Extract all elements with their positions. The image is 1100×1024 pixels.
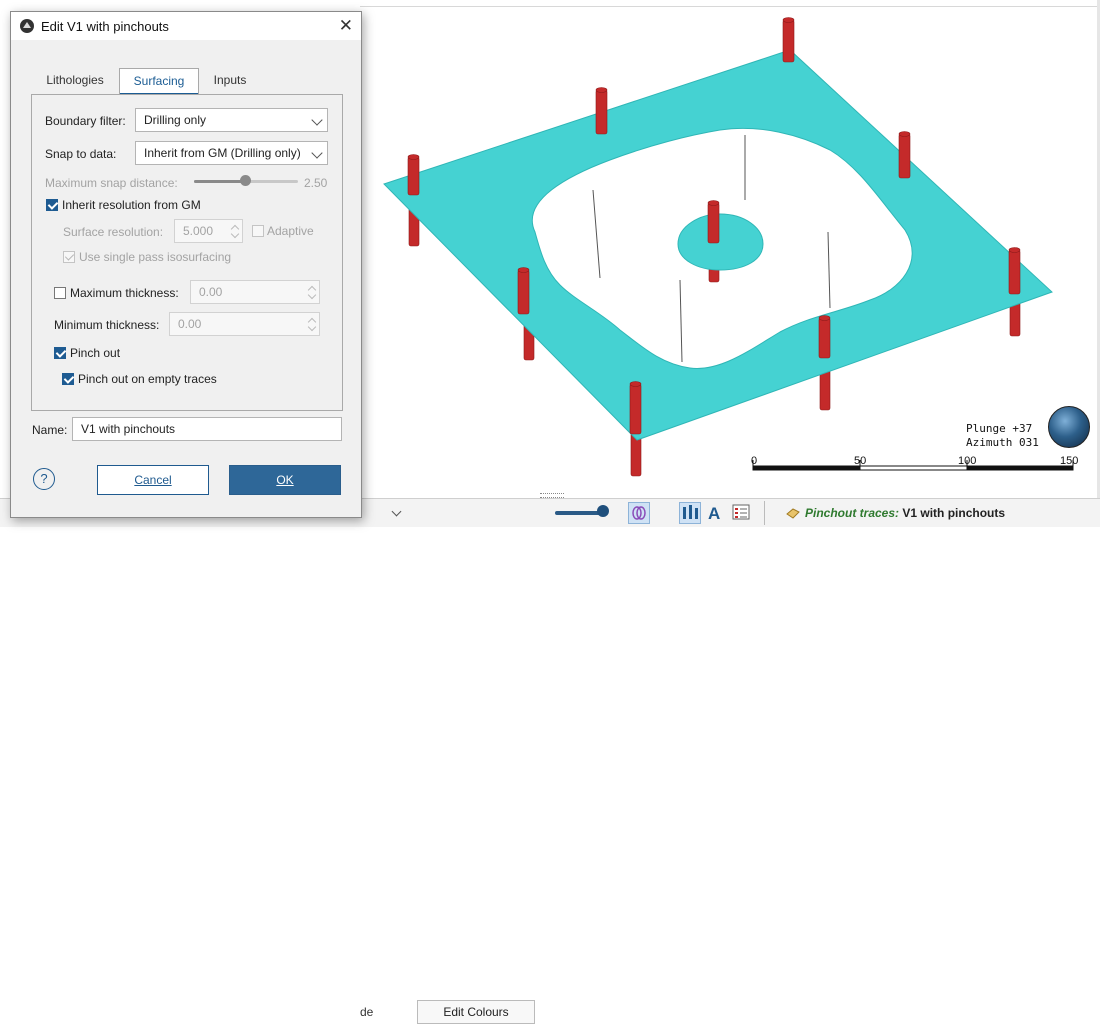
clip-toggle-button[interactable] — [628, 502, 650, 524]
scale-label: 0 — [751, 455, 758, 467]
drillhole — [517, 269, 530, 315]
dialog-title: Edit V1 with pinchouts — [41, 19, 169, 34]
drillhole — [782, 19, 795, 63]
single-pass-label: Use single pass isosurfacing — [79, 250, 232, 264]
drillhole-toggle-button[interactable] — [679, 502, 701, 524]
max-snap-distance-handle[interactable] — [240, 175, 251, 186]
scale-label: 50 — [854, 455, 867, 467]
help-button[interactable]: ? — [33, 468, 55, 490]
legend-toggle-button[interactable] — [731, 502, 753, 524]
azimuth-text: Azimuth 031 — [966, 436, 1039, 449]
scale-bar — [752, 460, 1074, 471]
dialog-titlebar[interactable]: Edit V1 with pinchouts ✕ — [11, 12, 361, 40]
close-icon[interactable]: ✕ — [339, 16, 353, 36]
app-icon — [20, 19, 34, 33]
pinch-out-checkbox[interactable] — [54, 347, 66, 359]
orientation-readout: Plunge +37 Azimuth 031 — [966, 422, 1039, 450]
minimum-thickness-input[interactable]: 0.00 — [169, 312, 320, 336]
edit-dialog: Edit V1 with pinchouts ✕ Lithologies Sur… — [10, 11, 362, 518]
ok-label: OK — [276, 473, 294, 487]
drillholes-icon — [683, 505, 698, 519]
chevron-down-icon — [311, 147, 323, 159]
adaptive-checkbox[interactable] — [252, 225, 264, 237]
clip-icon — [632, 506, 646, 520]
text-label-icon: A — [708, 504, 720, 523]
surface-resolution-input[interactable]: 5.000 — [174, 219, 243, 243]
name-field[interactable]: V1 with pinchouts — [72, 417, 342, 441]
single-pass-checkbox[interactable] — [63, 251, 75, 263]
drillhole — [407, 156, 420, 196]
max-snap-distance-fill — [194, 180, 246, 183]
chevron-down-icon[interactable] — [391, 506, 402, 517]
cancel-button[interactable]: Cancel — [97, 465, 209, 495]
maximum-thickness-input[interactable]: 0.00 — [190, 280, 320, 304]
adaptive-label: Adaptive — [267, 224, 314, 238]
maximum-thickness-checkbox[interactable] — [54, 287, 66, 299]
drillhole — [818, 317, 831, 359]
inherit-resolution-label: Inherit resolution from GM — [62, 198, 201, 212]
boundary-filter-label: Boundary filter: — [45, 114, 126, 128]
spinner-icon[interactable] — [307, 283, 317, 301]
name-value: V1 with pinchouts — [81, 422, 176, 436]
selected-object-status: Pinchout traces: V1 with pinchouts — [805, 506, 1005, 520]
spinner-icon[interactable] — [230, 222, 240, 240]
boundary-filter-value: Drilling only — [144, 113, 207, 127]
opacity-slider-handle[interactable] — [597, 505, 609, 517]
boundary-filter-select[interactable]: Drilling only — [135, 108, 328, 132]
surface-resolution-value: 5.000 — [183, 224, 214, 238]
plunge-text: Plunge +37 — [966, 422, 1033, 435]
orientation-globe-icon[interactable] — [1048, 406, 1090, 448]
minimum-thickness-label: Minimum thickness: — [54, 318, 160, 332]
trace-line — [679, 279, 683, 363]
pinch-out-empty-checkbox[interactable] — [62, 373, 74, 385]
scale-label: 150 — [1060, 455, 1079, 467]
trace-line — [827, 231, 831, 309]
max-snap-distance-value: 2.50 — [304, 176, 328, 190]
minimum-thickness-value: 0.00 — [178, 317, 202, 331]
edit-colours-button[interactable]: Edit Colours — [417, 1000, 535, 1024]
surface-shape — [383, 49, 1053, 441]
snap-to-data-value: Inherit from GM (Drilling only) — [144, 146, 301, 160]
surface-resolution-label: Surface resolution: — [63, 225, 164, 239]
pinch-out-empty-label: Pinch out on empty traces — [78, 372, 217, 386]
trace-line — [592, 189, 601, 279]
partial-dropdown-label[interactable]: de — [360, 1005, 373, 1019]
drillhole — [898, 133, 911, 179]
drillhole — [595, 89, 608, 135]
scale-label: 100 — [958, 455, 977, 467]
pinchout-object-icon — [786, 508, 800, 519]
snap-to-data-select[interactable]: Inherit from GM (Drilling only) — [135, 141, 328, 165]
ok-button[interactable]: OK — [229, 465, 341, 495]
cancel-label: Cancel — [134, 473, 172, 487]
tab-inputs[interactable]: Inputs — [199, 68, 261, 94]
name-label: Name: — [32, 423, 68, 437]
status-value: V1 with pinchouts — [902, 506, 1006, 520]
legend-icon — [732, 504, 750, 520]
maximum-thickness-value: 0.00 — [199, 285, 223, 299]
labels-toggle-button[interactable]: A — [705, 502, 727, 524]
snap-to-data-label: Snap to data: — [45, 147, 117, 161]
drillhole — [629, 383, 642, 435]
tab-surfacing[interactable]: Surfacing — [119, 68, 199, 96]
spinner-icon[interactable] — [307, 315, 317, 333]
status-key: Pinchout traces: — [805, 506, 900, 520]
inherit-resolution-checkbox[interactable] — [46, 199, 58, 211]
drillhole — [707, 202, 720, 244]
chevron-down-icon — [311, 114, 323, 126]
svg-text:A: A — [708, 504, 720, 522]
pinch-out-label: Pinch out — [70, 346, 121, 360]
maximum-thickness-label: Maximum thickness: — [70, 286, 179, 300]
toolbar-divider — [764, 501, 765, 525]
drillhole — [1008, 249, 1021, 295]
max-snap-distance-label: Maximum snap distance: — [45, 176, 178, 190]
tab-lithologies[interactable]: Lithologies — [31, 68, 119, 94]
